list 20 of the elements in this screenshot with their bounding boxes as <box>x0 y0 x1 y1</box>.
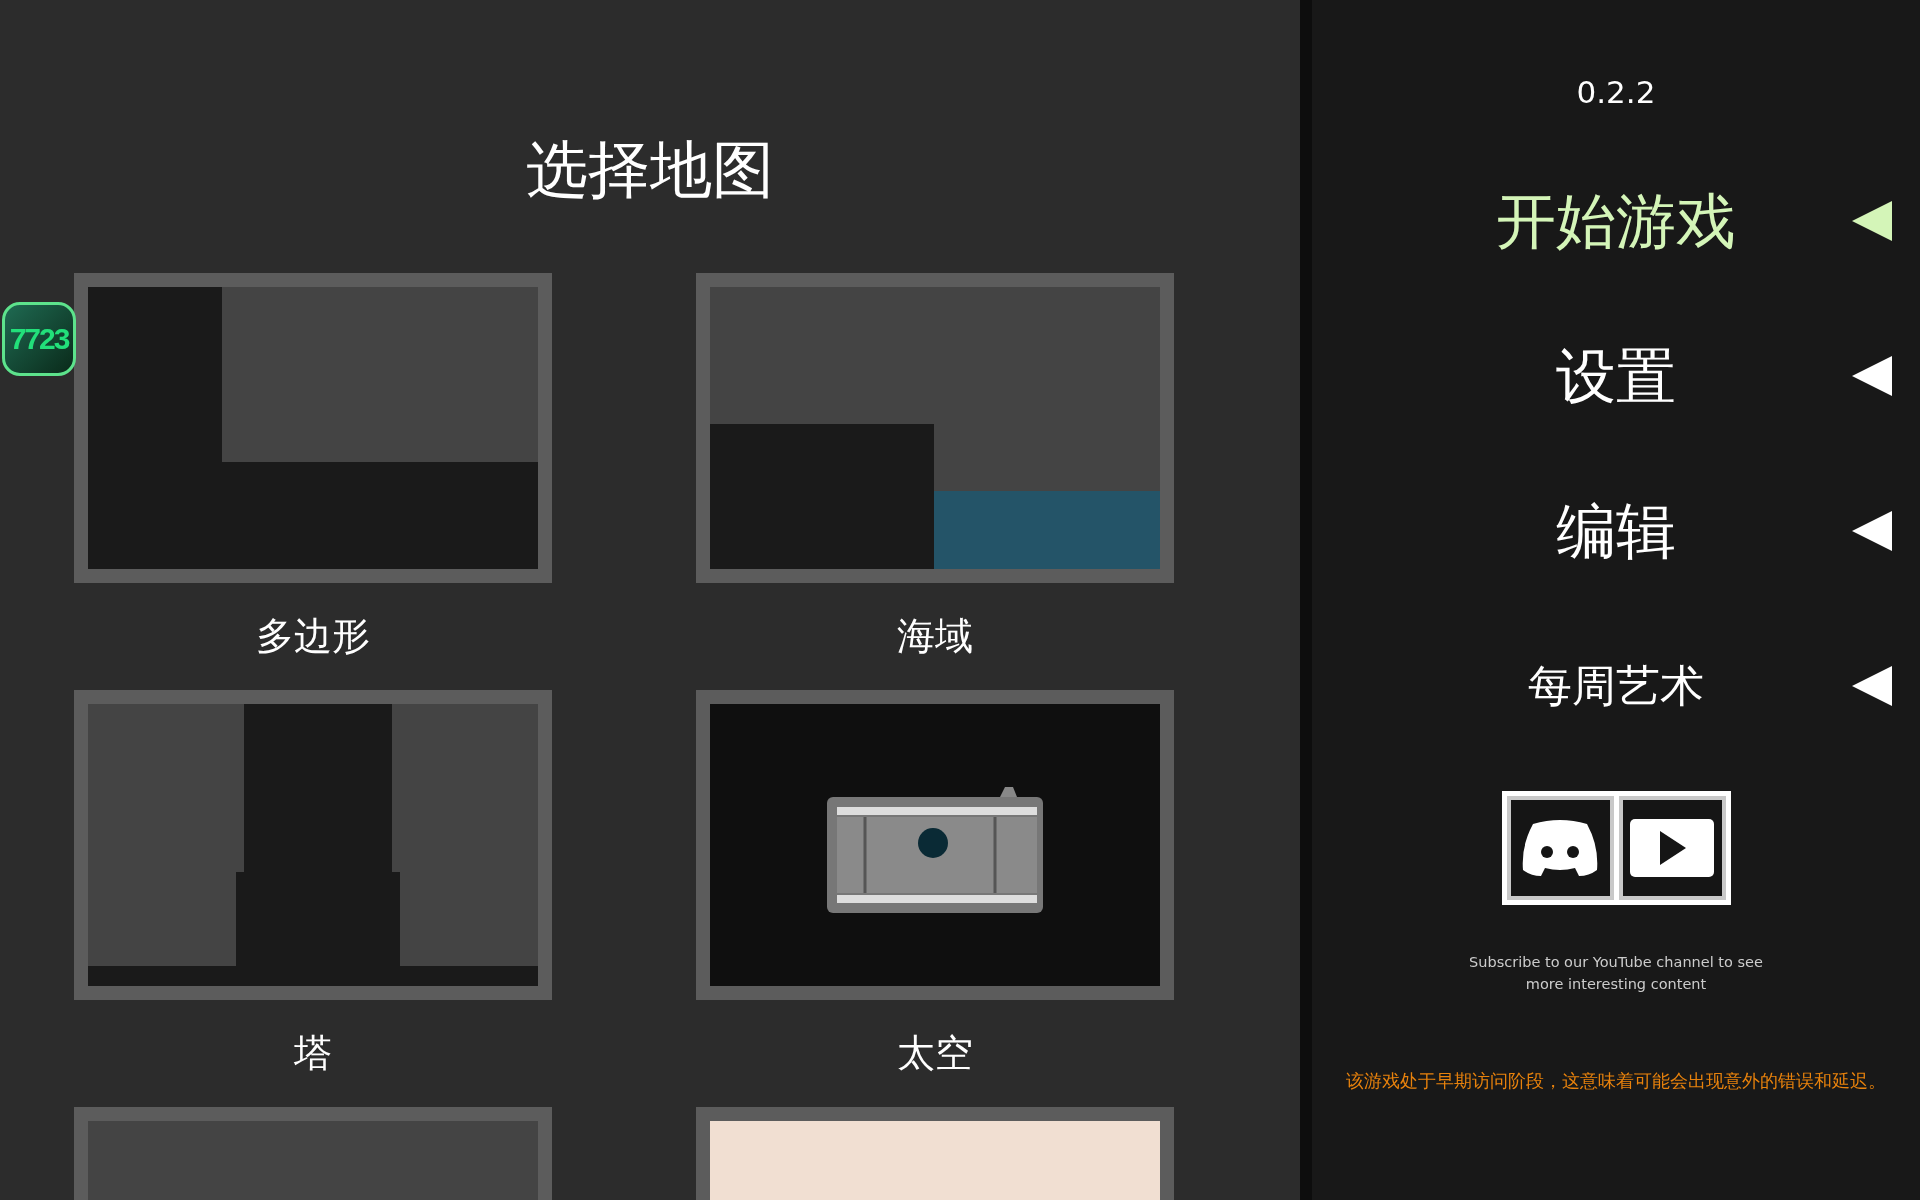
menu-item[interactable]: 设置 <box>1556 335 1676 416</box>
map-name: 太空 <box>897 1030 973 1077</box>
left-triangle-icon <box>1850 509 1894 553</box>
app-badge[interactable]: 7723 <box>2 302 76 376</box>
map-name: 塔 <box>294 1030 332 1077</box>
menu-item[interactable]: 开始游戏 <box>1496 180 1736 261</box>
left-triangle-icon <box>1850 354 1894 398</box>
play-icon <box>1630 819 1714 877</box>
page-title: 选择地图 <box>525 132 775 208</box>
menu-item[interactable]: 每周艺术 <box>1528 645 1704 726</box>
menu-item[interactable]: 编辑 <box>1556 490 1676 571</box>
subscribe-caption: Subscribe to our YouTube channel to see more interesting content <box>1468 953 1764 994</box>
early-access-notice: 该游戏处于早期访问阶段，这意味着可能会出现意外的错误和延迟。 <box>1346 1070 1886 1093</box>
map-name: 多边形 <box>256 613 370 660</box>
left-triangle-icon <box>1850 664 1894 708</box>
map-name: 海域 <box>897 613 973 660</box>
left-triangle-icon <box>1850 199 1894 243</box>
youtube-button[interactable] <box>1618 796 1726 900</box>
discord-button[interactable] <box>1506 796 1614 900</box>
version-label: 0.2.2 <box>1575 74 1657 110</box>
